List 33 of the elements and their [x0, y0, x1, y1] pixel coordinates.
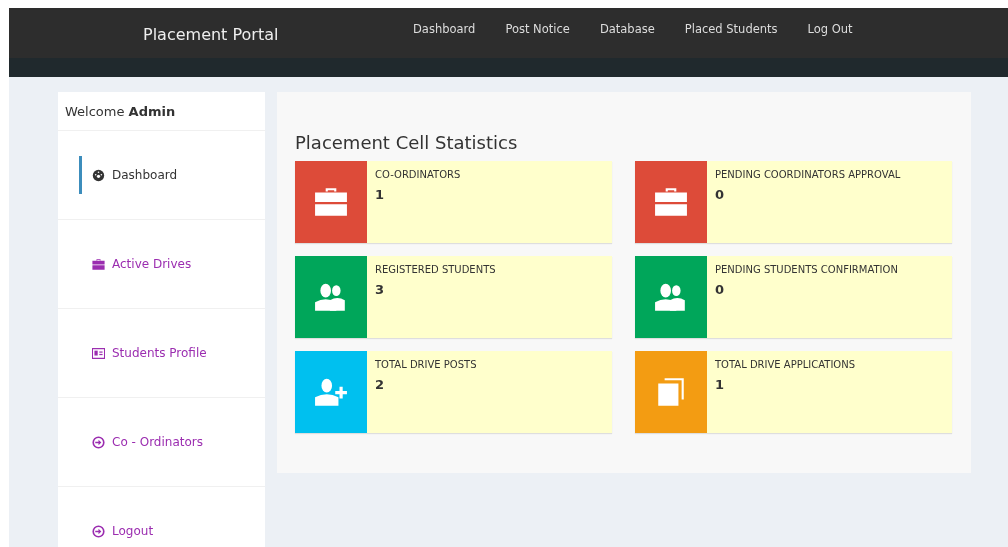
nav-link[interactable]: Log Out [807, 22, 853, 36]
users-icon [314, 282, 348, 312]
page-title: Placement Cell Statistics [295, 132, 519, 153]
sidebar-item[interactable]: Students Profile [79, 338, 207, 368]
user-plus-icon [314, 377, 348, 407]
stat-label: PENDING COORDINATORS APPROVAL [715, 169, 901, 180]
briefcase-icon [654, 187, 688, 217]
dashboard-icon [92, 168, 105, 182]
sidebar-item[interactable]: Co - Ordinators [79, 427, 203, 457]
sidebar-item[interactable]: Dashboard [79, 156, 178, 194]
nav-link[interactable]: Dashboard [413, 22, 476, 36]
nav-link[interactable]: Database [599, 22, 655, 36]
stat-label: TOTAL DRIVE POSTS [375, 359, 477, 370]
users-icon [654, 282, 688, 312]
stat-value: 0 [715, 187, 725, 202]
stat-label: TOTAL DRIVE APPLICATIONS [715, 359, 856, 370]
sidebar-item[interactable]: Logout [79, 516, 154, 546]
welcome-text: Welcome Admin [65, 103, 176, 119]
stat-value: 3 [375, 282, 385, 297]
stat-value: 2 [375, 377, 385, 392]
nav-link[interactable]: Post Notice [505, 22, 570, 36]
stat-label: PENDING STUDENTS CONFIRMATION [715, 264, 898, 275]
nav-link[interactable]: Placed Students [684, 22, 778, 36]
stat-value: 1 [715, 377, 725, 392]
stat-value: 1 [375, 187, 385, 202]
id-card-icon [92, 346, 105, 360]
briefcase-icon [92, 257, 105, 271]
stat-label: REGISTERED STUDENTS [375, 264, 496, 275]
sidebar-item[interactable]: Active Drives [79, 249, 192, 279]
stat-label: CO-ORDINATORS [375, 169, 461, 180]
stat-value: 0 [715, 282, 725, 297]
briefcase-icon [314, 187, 348, 217]
brand-title[interactable]: Placement Portal [143, 25, 413, 44]
